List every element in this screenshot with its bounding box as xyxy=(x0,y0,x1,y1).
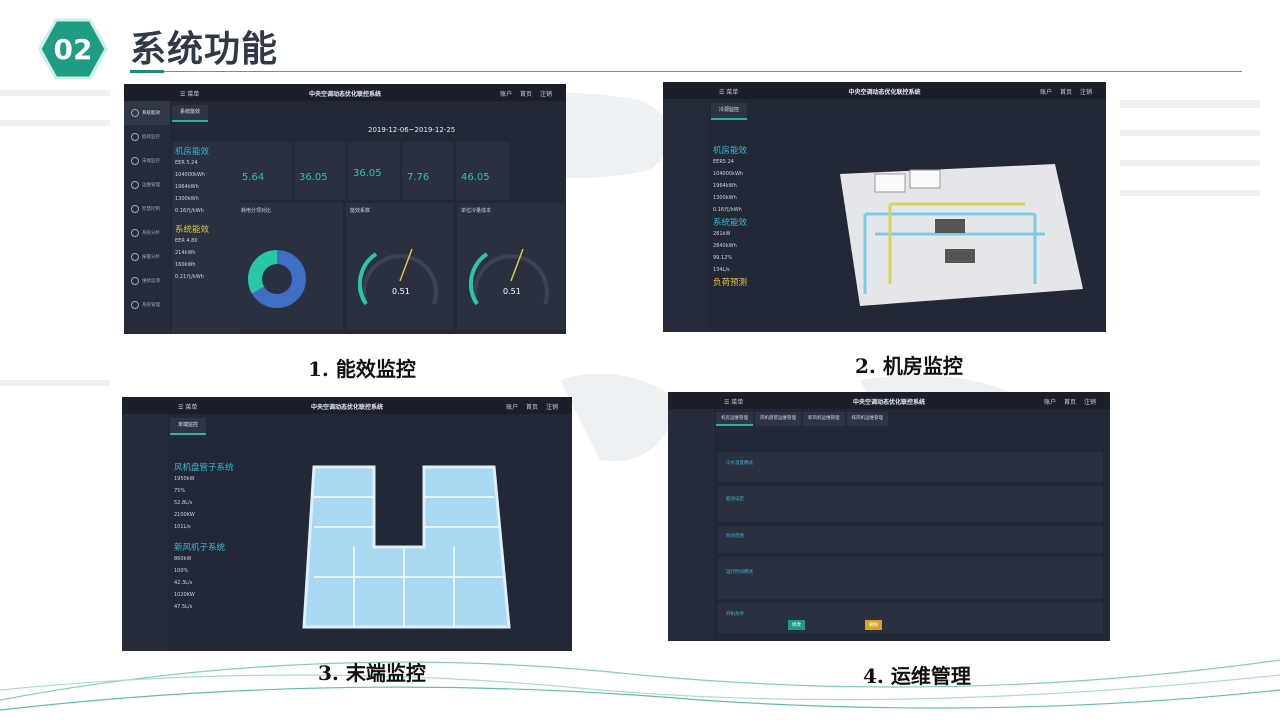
gauge-efficiency xyxy=(357,248,438,306)
sidebar xyxy=(663,99,709,332)
delete-button[interactable]: 删除 xyxy=(865,620,882,630)
gauge-panel-2: 单位冷量成本 0.51 xyxy=(457,203,565,330)
caption-1: 1. 能效监控 xyxy=(308,357,416,381)
sidebar-item-control[interactable]: 智慧控制 xyxy=(124,197,170,221)
sidebar-item-ops[interactable]: 运维管理 xyxy=(124,173,170,197)
gauge-cost xyxy=(468,248,549,306)
sidebar xyxy=(122,414,168,651)
donut-chart xyxy=(248,250,306,308)
sidebar: 系统能效 能耗监控 末端监控 运维管理 智慧控制 系统分析 报警分析 维修监测 … xyxy=(124,101,170,334)
sidebar-item-analysis[interactable]: 系统分析 xyxy=(124,221,170,245)
edit-button[interactable]: 修改 xyxy=(788,620,805,630)
app-topbar: ☰ 菜单 中央空调动态优化联控系统 账户 首页 注销 xyxy=(122,397,572,414)
badge-number: 02 xyxy=(54,33,93,66)
sidebar-item-maintain[interactable]: 维修监测 xyxy=(124,269,170,293)
topbar-actions[interactable]: 账户 首页 注销 xyxy=(506,402,558,411)
tab-room-ops[interactable]: 机房运维管理 xyxy=(716,412,753,426)
screenshot-operations: ☰ 菜单 中央空调动态优化联控系统 账户 首页 注销 机房运维管理 风机盘管运维… xyxy=(668,392,1110,641)
monitor-icon xyxy=(131,181,139,189)
sidebar-item-consumption[interactable]: 能耗监控 xyxy=(124,125,170,149)
sidebar-item-alarm[interactable]: 报警分析 xyxy=(124,245,170,269)
tab-exhaust-ops[interactable]: 排风机运维管理 xyxy=(846,412,888,426)
app-topbar: ☰ 菜单 中央空调动态优化联控系统 账户 首页 注销 xyxy=(124,84,566,101)
tab-fancoil-ops[interactable]: 风机盘管运维管理 xyxy=(755,412,801,426)
screenshot-energy-monitor: ☰ 菜单 中央空调动态优化联控系统 账户 首页 注销 系统能效 能耗监控 末端监… xyxy=(124,84,566,334)
ops-table: 冷水温度模式 能效设定 时间范围 运行时间模式 开机条件 xyxy=(718,452,1103,637)
ops-buttons: 修改 删除 xyxy=(788,620,1108,630)
section-number-badge: 02 xyxy=(38,18,108,80)
sidebar xyxy=(668,409,714,641)
screenshot-terminal-monitor: ☰ 菜单 中央空调动态优化联控系统 账户 首页 注销 末端监控 风机盘管子系统 … xyxy=(122,397,572,651)
sidebar-item-admin[interactable]: 系统管理 xyxy=(124,293,170,317)
caption-2: 2. 机房监控 xyxy=(855,354,963,378)
app-topbar: ☰ 菜单 中央空调动态优化联控系统 账户 首页 注销 xyxy=(663,82,1106,99)
plant-room-3d-diagram xyxy=(840,164,1083,306)
tab-energy[interactable]: 系统能效 xyxy=(172,105,209,122)
topbar-actions[interactable]: 账户 首页 注销 xyxy=(1044,397,1096,406)
section-system-energy: 系统能效 xyxy=(175,225,210,235)
sidebar-item-terminal[interactable]: 末端监控 xyxy=(124,149,170,173)
kpi-2: 36.05 xyxy=(294,142,346,200)
wrench-icon xyxy=(131,277,139,285)
gauge-icon xyxy=(131,109,139,117)
shield-icon xyxy=(131,253,139,261)
app-title: 中央空调动态优化联控系统 xyxy=(310,404,383,411)
grid-icon xyxy=(131,205,139,213)
analysis-icon xyxy=(131,229,139,237)
user-icon xyxy=(131,301,139,309)
tab-terminal[interactable]: 末端监控 xyxy=(170,418,207,435)
sidebar-item-energy[interactable]: 系统能效 xyxy=(124,101,170,125)
energy-summary-panel: 机房能效 EER 5.24 104000kWh 1964kWh 1300kWh 0.16… xyxy=(172,142,240,334)
screenshot-plant-room: ☰ 菜单 中央空调动态优化联控系统 账户 首页 注销 冷源监控 机房能效 EER… xyxy=(663,82,1106,332)
gauge-panel-1: 能效系数 0.51 xyxy=(346,203,454,330)
ops-tabs: 机房运维管理 风机盘管运维管理 新风机运维管理 排风机运维管理 xyxy=(716,412,888,426)
topbar-actions[interactable]: 账户 首页 注销 xyxy=(1040,87,1092,96)
caption-4: 4. 运维管理 xyxy=(863,664,971,688)
page-title: 系统功能 xyxy=(130,29,279,70)
kpi-5: 46.05 xyxy=(456,142,510,200)
fan-icon xyxy=(131,157,139,165)
tab-cold-source[interactable]: 冷源监控 xyxy=(711,103,748,120)
app-topbar: ☰ 菜单 中央空调动态优化联控系统 账户 首页 注销 xyxy=(668,392,1110,409)
title-divider xyxy=(130,71,1242,72)
caption-3: 3. 末端监控 xyxy=(318,661,426,685)
kpi-1: 5.64 xyxy=(237,142,292,200)
title-divider-accent xyxy=(130,70,164,73)
chart-icon xyxy=(131,133,139,141)
donut-panel: 耗电分项对比 xyxy=(237,203,343,330)
date-range[interactable]: 2019-12-06~2019-12-25 xyxy=(368,126,455,134)
tab-freshair-ops[interactable]: 新风机运维管理 xyxy=(803,412,845,426)
kpi-3: 36.05 xyxy=(348,142,400,200)
topbar-actions[interactable]: 账户 首页 注销 xyxy=(500,89,552,98)
floor-plan-diagram xyxy=(302,465,511,629)
section-room-energy: 机房能效 xyxy=(175,147,210,157)
kpi-4: 7.76 xyxy=(402,142,454,200)
